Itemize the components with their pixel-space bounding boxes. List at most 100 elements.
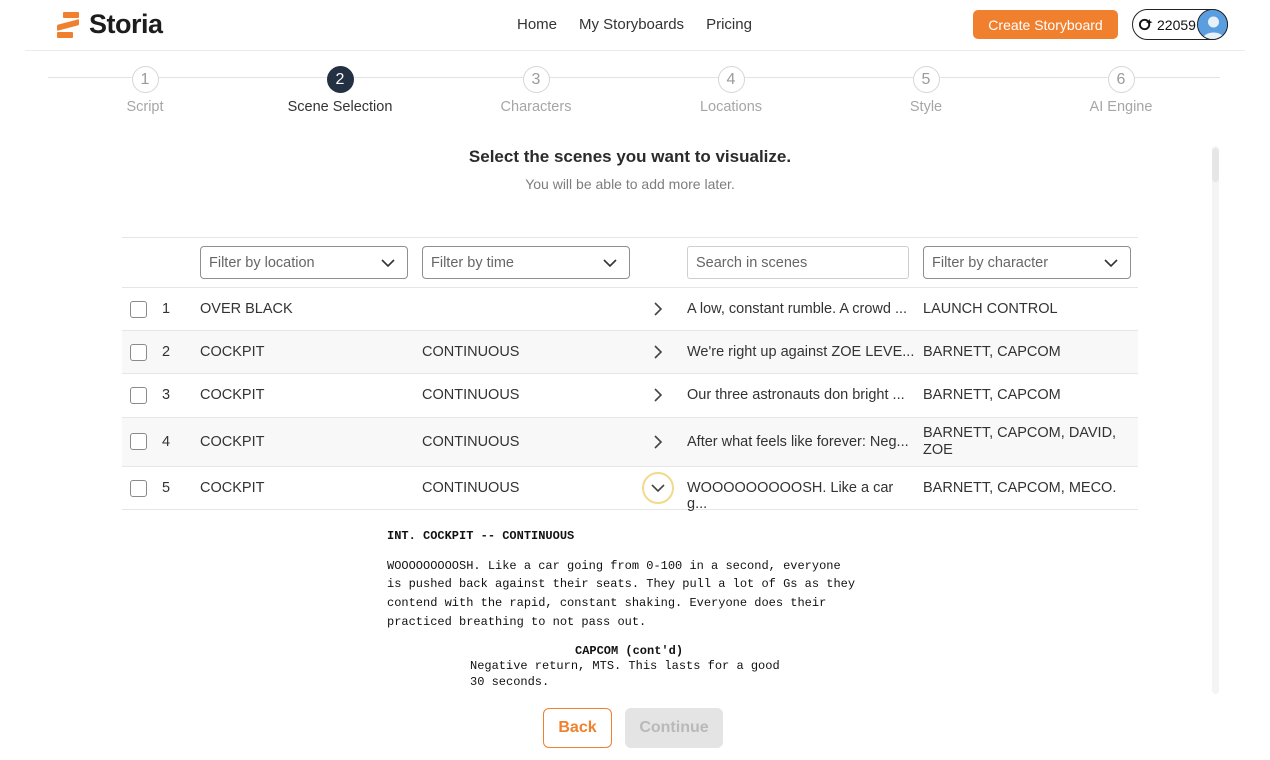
scene-number: 4	[162, 434, 171, 450]
back-button[interactable]: Back	[543, 708, 612, 748]
step-label: Locations	[699, 99, 763, 115]
create-storyboard-button[interactable]: Create Storyboard	[973, 10, 1118, 39]
scene-characters: BARNETT, CAPCOM, MECO.	[923, 480, 1117, 496]
step-number: 1	[131, 66, 159, 93]
step-label: Characters	[500, 99, 572, 115]
scene-number: 2	[162, 344, 171, 360]
scene-time: CONTINUOUS	[422, 480, 520, 496]
scene-script-preview: INT. COCKPIT -- CONTINUOUS WOOOOOOOOOSH. …	[387, 527, 887, 690]
scene-time: CONTINUOUS	[422, 344, 520, 360]
script-character-name: CAPCOM (cont'd)	[575, 643, 684, 658]
script-action-line: is pushed back against their seats. They…	[387, 577, 856, 592]
credits-badge[interactable]: 22059	[1132, 9, 1228, 40]
expand-scene-button[interactable]	[644, 295, 672, 323]
scene-row[interactable]: 3 COCKPIT CONTINUOUS Our three astronaut…	[122, 374, 1138, 418]
sparkle-coin-icon	[1137, 17, 1153, 33]
step-locations[interactable]: 4 Locations	[651, 64, 811, 115]
scenes-table: Filter by location Filter by time Search…	[122, 237, 1138, 512]
scene-location: COCKPIT	[200, 344, 265, 360]
scene-search-input[interactable]: Search in scenes	[687, 246, 909, 279]
step-ai-engine[interactable]: 6 AI Engine	[1041, 64, 1201, 115]
script-scene-heading: INT. COCKPIT -- CONTINUOUS	[387, 529, 575, 543]
location-filter-select[interactable]: Filter by location	[200, 246, 408, 279]
scene-checkbox[interactable]	[130, 387, 147, 404]
character-filter-select[interactable]: Filter by character	[923, 246, 1131, 279]
continue-button[interactable]: Continue	[625, 708, 723, 748]
storia-logo[interactable]: Storia	[57, 9, 163, 40]
character-filter-label: Filter by character	[932, 254, 1049, 271]
scene-summary: We're right up against ZOE LEVE...	[687, 344, 915, 360]
step-characters[interactable]: 3 Characters	[456, 64, 616, 115]
scene-summary: Our three astronauts don bright ...	[687, 387, 905, 403]
storia-logo-icon	[57, 11, 81, 38]
scene-summary: WOOOOOOOOOSH. Like a car g...	[687, 480, 894, 512]
user-avatar-icon[interactable]	[1197, 9, 1228, 40]
top-header: Storia Home My Storyboards Pricing Creat…	[25, 0, 1245, 51]
content-scrollbar[interactable]	[1212, 146, 1219, 694]
time-filter-label: Filter by time	[431, 254, 514, 271]
script-dialogue-line: Negative return, MTS. This lasts for a g…	[470, 659, 780, 674]
step-label: AI Engine	[1089, 99, 1153, 115]
step-label: Script	[126, 99, 164, 115]
expand-scene-button[interactable]	[644, 338, 672, 366]
scene-summary: After what feels like forever: Neg...	[687, 434, 909, 450]
scene-time: CONTINUOUS	[422, 434, 520, 450]
scene-checkbox[interactable]	[130, 344, 147, 361]
scene-characters: BARNETT, CAPCOM, DAVID, ZOE	[923, 425, 1117, 458]
step-scene-selection[interactable]: 2 Scene Selection	[260, 64, 420, 115]
scene-location: COCKPIT	[200, 434, 265, 450]
chevron-right-icon	[654, 388, 663, 402]
scene-row[interactable]: 1 OVER BLACK A low, constant rumble. A c…	[122, 288, 1138, 331]
scene-row[interactable]: 2 COCKPIT CONTINUOUS We're right up agai…	[122, 331, 1138, 374]
progress-stepper: 1 Script 2 Scene Selection 3 Characters …	[48, 64, 1220, 124]
step-style[interactable]: 5 Style	[846, 64, 1006, 115]
brand-name: Storia	[89, 9, 163, 39]
scene-row-expanded[interactable]: 5 COCKPIT CONTINUOUS WOOOOOOOOOSH. Like …	[122, 467, 1138, 512]
page-title: Select the scenes you want to visualize.	[468, 147, 792, 166]
chevron-right-icon	[654, 435, 663, 449]
search-placeholder: Search in scenes	[696, 254, 808, 271]
chevron-down-icon	[603, 259, 617, 268]
collapse-scene-button[interactable]	[642, 472, 674, 504]
scene-checkbox[interactable]	[130, 480, 147, 497]
step-script[interactable]: 1 Script	[65, 64, 225, 115]
scene-checkbox[interactable]	[130, 301, 147, 318]
scene-characters: BARNETT, CAPCOM	[923, 344, 1061, 360]
expand-scene-button[interactable]	[644, 428, 672, 456]
scene-number: 3	[162, 387, 171, 403]
scene-checkbox[interactable]	[130, 433, 147, 450]
step-number: 2	[326, 66, 354, 93]
script-action-line: contend with the rapid, constant shaking…	[387, 596, 827, 611]
step-label: Scene Selection	[287, 99, 393, 115]
scene-number: 1	[162, 301, 171, 317]
credits-count: 22059	[1157, 16, 1196, 33]
time-filter-select[interactable]: Filter by time	[422, 246, 630, 279]
scene-row[interactable]: 4 COCKPIT CONTINUOUS After what feels li…	[122, 418, 1138, 467]
location-filter-label: Filter by location	[209, 254, 315, 271]
step-number: 6	[1107, 66, 1135, 93]
expand-scene-button[interactable]	[644, 381, 672, 409]
nav-my-storyboards[interactable]: My Storyboards	[579, 16, 684, 33]
main-nav: Home My Storyboards Pricing	[517, 16, 752, 33]
step-label: Style	[909, 99, 943, 115]
step-number: 4	[717, 66, 745, 93]
scene-characters: BARNETT, CAPCOM	[923, 387, 1061, 403]
chevron-down-icon	[651, 484, 665, 493]
script-action-line: practiced breathing to not pass out.	[387, 614, 647, 629]
scene-characters: LAUNCH CONTROL	[923, 301, 1058, 317]
chevron-down-icon	[381, 259, 395, 268]
chevron-right-icon	[654, 345, 663, 359]
scene-number: 5	[162, 480, 171, 496]
step-number: 3	[522, 66, 550, 93]
step-number: 5	[912, 66, 940, 93]
chevron-down-icon	[1104, 259, 1118, 268]
scene-summary: A low, constant rumble. A crowd ...	[687, 301, 908, 317]
script-dialogue-line: 30 seconds.	[470, 674, 550, 689]
scene-location: COCKPIT	[200, 480, 265, 496]
nav-home[interactable]: Home	[517, 16, 557, 33]
scene-location: COCKPIT	[200, 387, 265, 403]
nav-pricing[interactable]: Pricing	[706, 16, 752, 33]
scene-time: CONTINUOUS	[422, 387, 520, 403]
filter-row: Filter by location Filter by time Search…	[122, 238, 1138, 288]
page-subtitle: You will be able to add more later.	[525, 176, 735, 192]
